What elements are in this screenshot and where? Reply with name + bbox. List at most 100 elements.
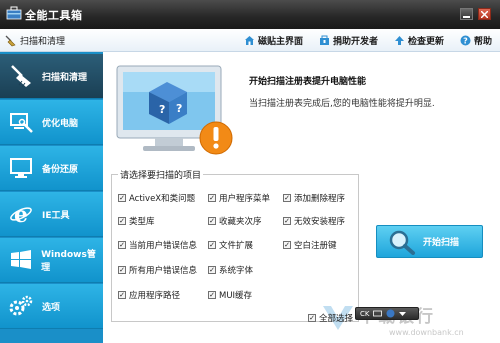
checkbox-current-user-errors[interactable]: ✓ 当前用户错误信息: [118, 239, 197, 251]
checkbox-system-fonts[interactable]: ✓ 系统字体: [208, 264, 253, 276]
checkbox-add-remove-programs[interactable]: ✓ 添加删除程序: [283, 192, 345, 204]
checkbox-label: 文件扩展: [219, 241, 254, 251]
donate-link[interactable]: 捐助开发者: [319, 34, 378, 47]
ime-label: CK: [360, 309, 370, 318]
window-title: 全能工具箱: [25, 9, 83, 22]
sidebar-item-label: 备份还原: [42, 164, 79, 175]
checkbox-mui-cache[interactable]: ✓ MUI缓存: [208, 289, 252, 301]
svg-text:e: e: [14, 202, 28, 227]
checkbox-label: 当前用户错误信息: [129, 241, 198, 251]
watermark-url: www.downbank.cn: [389, 328, 464, 337]
computer-tools-icon: [6, 107, 36, 137]
dropdown-arrow-icon: [399, 312, 407, 316]
group-title: 请选择要扫描的项目: [118, 168, 204, 181]
main-panel: ? ? 开始扫描注册表提升电脑性能 当扫描注册表完成后,您的电脑性能将提升明显.…: [103, 52, 500, 343]
help-link-label: 帮助: [473, 37, 492, 47]
gears-icon: [6, 291, 36, 321]
help-icon: ?: [460, 35, 471, 46]
checkbox-label: 应用程序路径: [129, 291, 181, 301]
checkmark-icon: ✓: [118, 216, 126, 225]
svg-text:?: ?: [176, 102, 182, 115]
banner-description: 当扫描注册表完成后,您的电脑性能将提升明显.: [249, 99, 435, 109]
checkbox-label: 空白注册键: [294, 241, 337, 251]
checkmark-icon: ✓: [283, 193, 291, 202]
close-icon: [481, 10, 488, 18]
checkbox-label: 所有用户错误信息: [129, 266, 198, 276]
sidebar-item-scan-clean[interactable]: 扫描和清理: [0, 54, 103, 99]
update-link-label: 检查更新: [407, 37, 444, 47]
monitor-icon: [6, 153, 36, 183]
donate-link-label: 捐助开发者: [332, 37, 378, 47]
checkmark-icon: ✓: [208, 240, 216, 249]
checkbox-label: 收藏夹次序: [219, 217, 262, 227]
sidebar-item-options[interactable]: 选项: [0, 284, 103, 329]
checkbox-empty-registry-keys[interactable]: ✓ 空白注册键: [283, 239, 337, 251]
svg-text:?: ?: [463, 36, 468, 45]
sidebar-item-label: Windows管理: [41, 250, 96, 273]
sidebar-item-label: 选项: [42, 302, 61, 313]
home-link-label: 磁贴主界面: [257, 37, 303, 47]
checkmark-icon: ✓: [118, 290, 126, 299]
toolbar: 扫描和清理 磁贴主界面 捐助开发者 检查更新 ? 帮助: [0, 29, 500, 52]
update-arrow-icon: [394, 36, 404, 45]
select-all-checkbox[interactable]: ✓ 全部选择: [308, 312, 353, 324]
svg-text:?: ?: [159, 103, 165, 116]
select-all-label: 全部选择: [319, 314, 354, 324]
checkmark-icon: ✓: [118, 240, 126, 249]
checkmark-icon: ✓: [118, 193, 126, 202]
toolbox-icon: [6, 6, 22, 20]
help-small-icon: [386, 309, 395, 318]
donate-icon: [319, 35, 329, 45]
checkmark-icon: ✓: [208, 290, 216, 299]
start-scan-button[interactable]: 开始扫描: [376, 225, 483, 258]
checkbox-invalid-installers[interactable]: ✓ 无效安装程序: [283, 215, 345, 227]
start-scan-label: 开始扫描: [423, 238, 460, 248]
broom-icon: [6, 61, 36, 91]
title-bar: 全能工具箱: [0, 0, 500, 29]
sidebar-item-optimize[interactable]: 优化电脑: [0, 100, 103, 145]
minimize-button[interactable]: [460, 8, 473, 20]
scan-monitor-illustration: ? ?: [116, 65, 233, 155]
checkbox-user-program-menu[interactable]: ✓ 用户程序菜单: [208, 192, 270, 204]
checkmark-icon: ✓: [308, 313, 316, 322]
sidebar-item-backup[interactable]: 备份还原: [0, 146, 103, 191]
checkbox-type-library[interactable]: ✓ 类型库: [118, 215, 155, 227]
checkmark-icon: ✓: [283, 216, 291, 225]
home-link[interactable]: 磁贴主界面: [244, 34, 303, 47]
magnifier-icon: [389, 230, 415, 255]
sidebar-item-label: 扫描和清理: [42, 72, 88, 83]
checkmark-icon: ✓: [208, 216, 216, 225]
checkbox-all-user-errors[interactable]: ✓ 所有用户错误信息: [118, 264, 197, 276]
checkmark-icon: ✓: [283, 240, 291, 249]
sidebar: 扫描和清理 优化电脑 备份还原 e IE工具 Windows管理 选项: [0, 52, 103, 343]
checkbox-label: MUI缓存: [219, 291, 253, 301]
checkbox-label: 系统字体: [219, 266, 254, 276]
broom-small-icon: [5, 35, 16, 46]
checkbox-label: 无效安装程序: [294, 217, 346, 227]
help-link[interactable]: ? 帮助: [460, 34, 492, 47]
banner-title: 开始扫描注册表提升电脑性能: [249, 77, 367, 87]
home-icon: [244, 36, 254, 45]
breadcrumb: 扫描和清理: [4, 34, 65, 47]
checkmark-icon: ✓: [118, 265, 126, 274]
checkbox-label: 用户程序菜单: [219, 194, 271, 204]
minimize-icon: [463, 15, 470, 18]
checkbox-activex[interactable]: ✓ ActiveX和类问题: [118, 192, 195, 204]
checkbox-app-paths[interactable]: ✓ 应用程序路径: [118, 289, 180, 301]
sidebar-item-label: IE工具: [42, 210, 70, 221]
close-button[interactable]: [478, 8, 491, 20]
breadcrumb-label: 扫描和清理: [20, 37, 66, 47]
ime-toolbar[interactable]: CK: [355, 307, 419, 320]
checkmark-icon: ✓: [208, 265, 216, 274]
ie-icon: e: [6, 199, 36, 229]
checkbox-label: 类型库: [129, 217, 155, 227]
keyboard-icon: [373, 310, 383, 317]
sidebar-item-ie-tools[interactable]: e IE工具: [0, 192, 103, 237]
checkbox-label: 添加删除程序: [294, 194, 346, 204]
sidebar-item-label: 优化电脑: [42, 118, 79, 129]
checkbox-file-extensions[interactable]: ✓ 文件扩展: [208, 239, 253, 251]
update-link[interactable]: 检查更新: [394, 34, 444, 47]
checkbox-favorites-order[interactable]: ✓ 收藏夹次序: [208, 215, 262, 227]
sidebar-item-windows[interactable]: Windows管理: [0, 238, 103, 283]
checkbox-label: ActiveX和类问题: [129, 194, 196, 204]
